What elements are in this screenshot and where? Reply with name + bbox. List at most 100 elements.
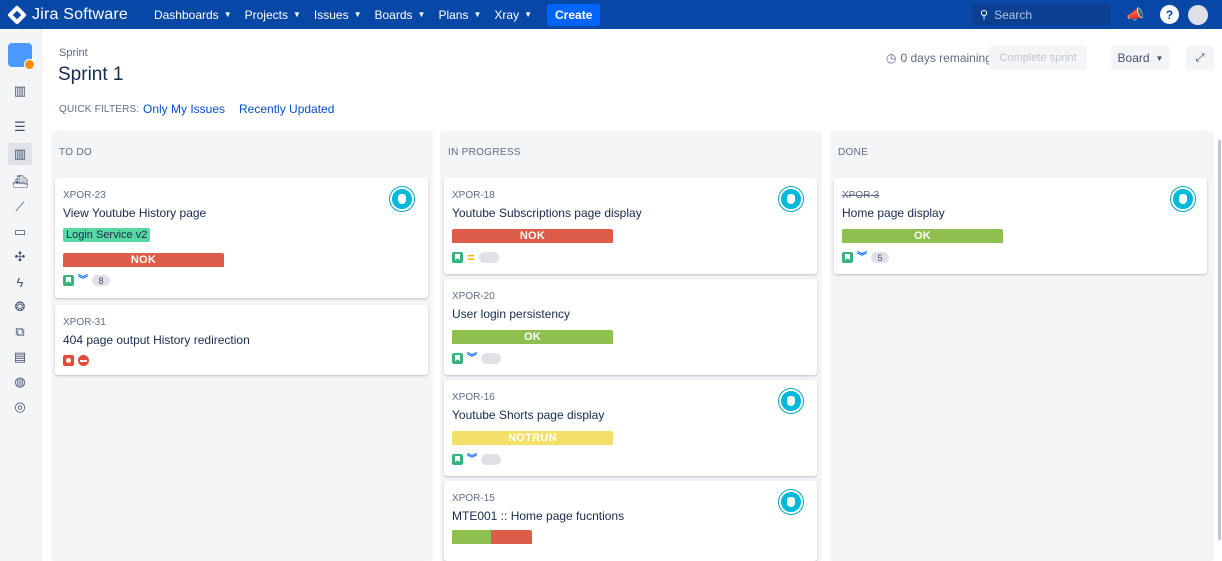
priority-medium-icon: = xyxy=(467,249,475,265)
column-in-progress: IN PROGRESS XPOR-18 Youtube Subscription… xyxy=(440,131,822,561)
search-icon: ⚲ xyxy=(980,9,989,21)
nav-dashboards[interactable]: Dashboards ▼ xyxy=(154,8,232,22)
help-icon[interactable]: ? xyxy=(1160,5,1179,24)
apps-icon[interactable]: ❂ xyxy=(8,297,32,317)
card-meta: ︾ xyxy=(452,353,501,364)
clock-icon: ◷ xyxy=(886,51,897,65)
brand-name: Jira Software xyxy=(32,5,128,23)
releases-icon[interactable]: ⛴ xyxy=(8,172,32,192)
assignee-avatar[interactable] xyxy=(1171,187,1195,211)
assignee-avatar[interactable] xyxy=(779,490,803,514)
issue-summary: Youtube Subscriptions page display xyxy=(452,206,642,220)
nav-projects[interactable]: Projects ▼ xyxy=(245,8,301,22)
column-done: DONE XPOR-3 Home page display OK ︾ 5 xyxy=(830,131,1214,561)
chevron-down-icon: ▼ xyxy=(223,10,232,19)
issue-card[interactable]: XPOR-20 User login persistency OK ︾ xyxy=(444,279,817,375)
bug-icon xyxy=(63,355,74,366)
issue-card[interactable]: XPOR-15 MTE001 :: Home page fucntions xyxy=(444,481,817,561)
automation-icon[interactable]: ϟ xyxy=(8,272,32,292)
test-status-bar: NOK xyxy=(63,253,224,267)
priority-low-icon: ︾ xyxy=(467,453,477,465)
card-meta xyxy=(63,355,89,366)
priority-low-icon: ︾ xyxy=(467,352,477,364)
megaphone-icon[interactable]: 📣 xyxy=(1126,5,1145,24)
nav-projects-label: Projects xyxy=(244,7,288,22)
issue-card[interactable]: XPOR-31 404 page output History redirect… xyxy=(55,305,428,375)
issue-key[interactable]: XPOR-31 xyxy=(63,317,106,328)
chevron-down-icon: ▼ xyxy=(473,10,482,19)
create-button[interactable]: Create xyxy=(547,3,601,26)
priority-low-icon: ︾ xyxy=(78,274,88,286)
board-scrollbar[interactable] xyxy=(1218,140,1221,540)
issue-card[interactable]: XPOR-18 Youtube Subscriptions page displ… xyxy=(444,178,817,274)
board-icon[interactable]: ▥ xyxy=(8,143,32,165)
components-icon[interactable]: ✣ xyxy=(8,247,32,267)
page-title: Sprint 1 xyxy=(58,64,124,85)
filter-only-my-issues[interactable]: Only My Issues xyxy=(143,102,225,116)
estimate-badge xyxy=(481,353,501,364)
nav-issues[interactable]: Issues ▼ xyxy=(314,8,362,22)
settings-icon[interactable]: ◎ xyxy=(8,397,32,417)
issue-card[interactable]: XPOR-3 Home page display OK ︾ 5 xyxy=(834,178,1207,274)
story-icon xyxy=(452,252,463,263)
issue-summary: MTE001 :: Home page fucntions xyxy=(452,509,625,523)
board-menu-button[interactable]: Board ▼ xyxy=(1111,46,1170,70)
search-input[interactable]: ⚲ Search xyxy=(972,4,1110,25)
column-title: DONE xyxy=(838,147,869,158)
issue-key[interactable]: XPOR-23 xyxy=(63,190,106,201)
quick-filters-label: QUICK FILTERS: xyxy=(59,104,140,115)
issue-summary: Home page display xyxy=(842,206,945,220)
issue-key[interactable]: XPOR-18 xyxy=(452,190,495,201)
archive-icon[interactable]: ◍ xyxy=(8,372,32,392)
nav-plans[interactable]: Plans ▼ xyxy=(438,8,481,22)
issue-card[interactable]: XPOR-23 View Youtube History page Login … xyxy=(55,178,428,298)
test-status-bar: OK xyxy=(452,330,613,344)
project-avatar[interactable] xyxy=(8,43,35,70)
issue-key[interactable]: XPOR-3 xyxy=(842,190,879,201)
expand-sidebar-icon[interactable]: » xyxy=(11,556,19,561)
issue-key[interactable]: XPOR-16 xyxy=(452,392,495,403)
assignee-avatar[interactable] xyxy=(779,187,803,211)
column-title: TO DO xyxy=(59,147,92,158)
epic-label[interactable]: Login Service v2 xyxy=(63,228,151,242)
fullscreen-icon[interactable]: ⤢ xyxy=(1186,46,1214,70)
nav-issues-label: Issues xyxy=(313,7,349,22)
estimate-badge: 5 xyxy=(871,252,889,263)
card-meta: ︾ 5 xyxy=(842,252,889,263)
card-meta: = xyxy=(452,249,499,265)
column-title: IN PROGRESS xyxy=(448,147,521,158)
test-status-bar: OK xyxy=(842,229,1003,243)
issue-summary: View Youtube History page xyxy=(63,206,207,220)
priority-blocker-icon xyxy=(78,355,89,366)
jira-logo[interactable]: Jira Software xyxy=(7,4,128,25)
reports-icon[interactable]: ⟋ xyxy=(8,197,32,217)
test-icon[interactable]: ▭ xyxy=(8,222,32,242)
card-meta: ︾ 8 xyxy=(63,275,110,286)
complete-sprint-button[interactable]: Complete sprint xyxy=(989,46,1087,70)
assignee-avatar[interactable] xyxy=(390,187,414,211)
pages-icon[interactable]: ▤ xyxy=(8,347,32,367)
nav-boards[interactable]: Boards ▼ xyxy=(375,8,426,22)
issue-summary: User login persistency xyxy=(452,307,571,321)
top-nav: Jira Software Dashboards ▼ Projects ▼ Issu… xyxy=(0,0,1222,29)
days-remaining-label: 0 days remaining xyxy=(900,51,992,65)
profile-avatar[interactable] xyxy=(1188,5,1208,25)
estimate-badge xyxy=(481,454,501,465)
story-icon xyxy=(842,252,853,263)
card-meta: ︾ xyxy=(452,454,501,465)
issues-icon[interactable]: ⧉ xyxy=(8,322,32,342)
roadmap-icon[interactable]: ▥ xyxy=(8,81,32,101)
backlog-icon[interactable]: ☰ xyxy=(8,117,32,137)
assignee-avatar[interactable] xyxy=(779,389,803,413)
issue-key[interactable]: XPOR-15 xyxy=(452,493,495,504)
issue-key[interactable]: XPOR-20 xyxy=(452,291,495,302)
breadcrumb[interactable]: Sprint xyxy=(59,47,88,59)
story-icon xyxy=(452,353,463,364)
test-status-bar xyxy=(452,530,532,544)
issue-summary: 404 page output History redirection xyxy=(63,333,250,347)
chevron-down-icon: ▼ xyxy=(1155,53,1164,63)
nav-xray[interactable]: Xray ▼ xyxy=(494,8,532,22)
issue-card[interactable]: XPOR-16 Youtube Shorts page display NOTR… xyxy=(444,380,817,476)
filter-recently-updated[interactable]: Recently Updated xyxy=(239,102,334,116)
chevron-down-icon: ▼ xyxy=(353,10,362,19)
